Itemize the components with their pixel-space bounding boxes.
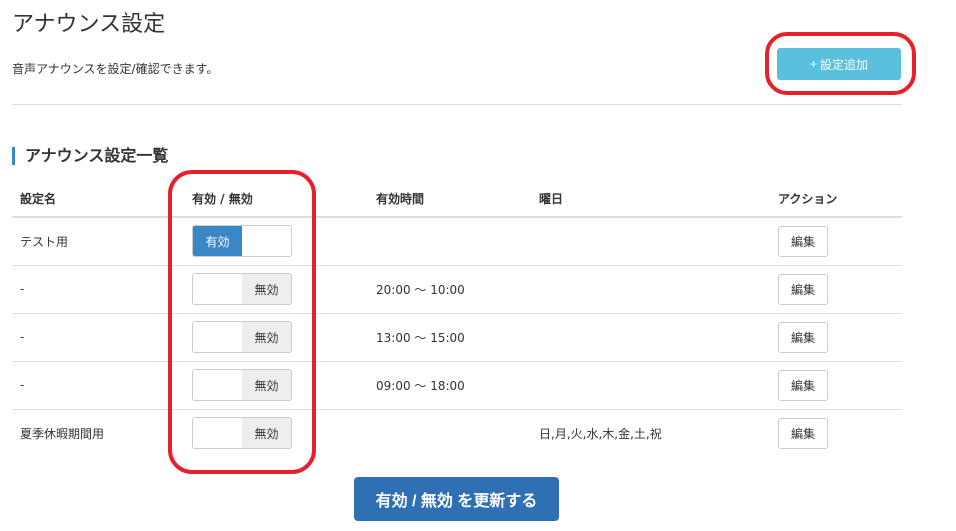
add-setting-button[interactable]: + 設定追加 — [777, 48, 901, 80]
header-time: 有効時間 — [368, 180, 531, 218]
days — [531, 217, 770, 266]
edit-button[interactable]: 編集 — [778, 321, 828, 353]
setting-name: 夏季休暇期間用 — [20, 426, 105, 441]
toggle-state-label: 有効 — [193, 226, 242, 257]
table-row: - 無効 20:00 〜 10:00 編集 — [12, 265, 902, 314]
active-time: 20:00 〜 10:00 — [368, 265, 531, 314]
table-row: - 無効 13:00 〜 15:00 編集 — [12, 313, 902, 362]
toggle-state-label: 無効 — [242, 370, 291, 400]
add-setting-label: 設定追加 — [820, 57, 869, 72]
setting-name: - — [12, 361, 184, 410]
enable-toggle[interactable]: 有効 — [192, 225, 292, 258]
plus-icon: + — [809, 57, 817, 71]
divider — [12, 104, 902, 105]
section-title: アナウンス設定一覧 — [12, 147, 168, 165]
active-time: 13:00 〜 15:00 — [368, 313, 531, 362]
header-enabled: 有効 / 無効 — [184, 180, 368, 218]
active-time: 09:00 〜 18:00 — [368, 361, 531, 410]
edit-button[interactable]: 編集 — [778, 273, 828, 305]
table-row: テスト用 有効 編集 — [12, 217, 902, 266]
enable-toggle[interactable]: 無効 — [192, 369, 292, 401]
edit-button[interactable]: 編集 — [778, 369, 828, 401]
toggle-state-label: 無効 — [242, 322, 291, 352]
page-description: 音声アナウンスを設定/確認できます。 — [12, 62, 219, 76]
header-action: アクション — [770, 180, 902, 218]
header-days: 曜日 — [531, 180, 770, 218]
days — [531, 313, 770, 362]
update-toggle-button[interactable]: 有効 / 無効 を更新する — [354, 477, 559, 521]
enable-toggle[interactable]: 無効 — [192, 321, 292, 353]
toggle-state-label: 無効 — [242, 418, 291, 449]
toggle-state-label: 無効 — [242, 274, 291, 304]
days — [531, 265, 770, 314]
days: 日,月,火,水,木,金,土,祝 — [539, 426, 662, 441]
table-row: - 無効 09:00 〜 18:00 編集 — [12, 361, 902, 410]
setting-name: - — [12, 313, 184, 362]
page-title: アナウンス設定 — [12, 12, 166, 37]
active-time — [368, 217, 531, 266]
edit-button[interactable]: 編集 — [778, 225, 828, 257]
table-header-row: 設定名 有効 / 無効 有効時間 曜日 アクション — [12, 180, 902, 218]
enable-toggle[interactable]: 無効 — [192, 417, 292, 450]
setting-name: テスト用 — [12, 217, 184, 266]
announcement-table: 設定名 有効 / 無効 有効時間 曜日 アクション テスト用 有効 編集 - 無… — [12, 180, 902, 457]
header-name: 設定名 — [12, 180, 184, 218]
setting-name: - — [12, 265, 184, 314]
edit-button[interactable]: 編集 — [778, 417, 828, 449]
enable-toggle[interactable]: 無効 — [192, 273, 292, 305]
active-time — [368, 409, 531, 457]
days — [531, 361, 770, 410]
table-row: 夏季休暇期間用 無効 日,月,火,水,木,金,土,祝 編集 — [12, 409, 902, 457]
